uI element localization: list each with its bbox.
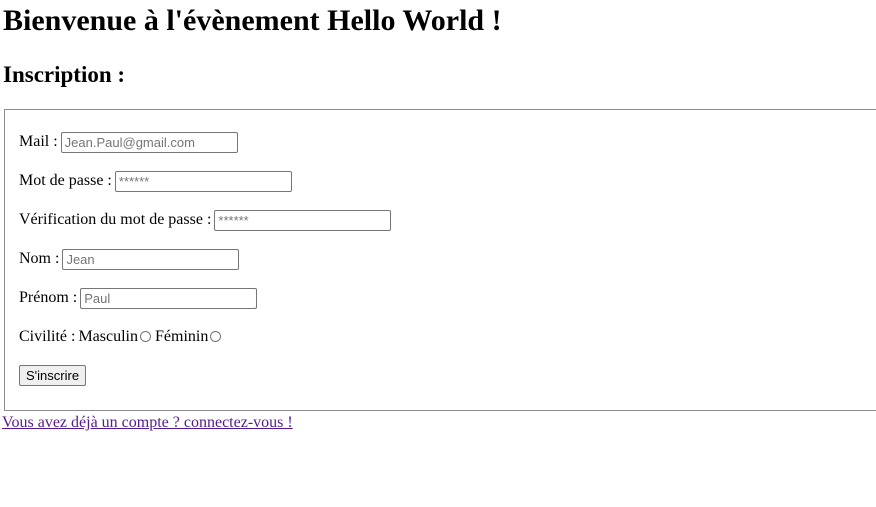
submit-row: S'inscrire bbox=[19, 364, 87, 386]
section-title: Inscription : bbox=[3, 62, 126, 87]
radio-feminin[interactable] bbox=[210, 330, 222, 342]
submit-button[interactable]: S'inscrire bbox=[19, 364, 87, 386]
radio-label-masculin: Masculin bbox=[78, 328, 138, 345]
civility-row: Civilité : Masculin Féminin bbox=[19, 326, 225, 348]
radio-masculin[interactable] bbox=[140, 330, 151, 342]
civility-label: Civilité : bbox=[19, 328, 76, 345]
login-link[interactable]: Vous avez déjà un compte ? connectez-vou… bbox=[2, 414, 293, 432]
first-name-input[interactable] bbox=[80, 287, 258, 309]
password-label: Mot de passe : bbox=[19, 172, 112, 189]
last-name-input[interactable] bbox=[62, 248, 240, 270]
mail-label: Mail : bbox=[19, 133, 58, 150]
password-confirm-row: Vérification du mot de passe : bbox=[19, 209, 392, 231]
mail-row: Mail : bbox=[19, 131, 238, 153]
password-confirm-input[interactable] bbox=[214, 209, 392, 231]
mail-input[interactable] bbox=[60, 131, 238, 153]
first-name-row: Prénom : bbox=[19, 287, 258, 309]
registration-fieldset: Mail : Mot de passe : Vérification du mo… bbox=[4, 109, 876, 411]
page-title: Bienvenue à l'évènement Hello World ! bbox=[3, 4, 502, 37]
first-name-label: Prénom : bbox=[19, 289, 78, 306]
password-row: Mot de passe : bbox=[19, 170, 292, 192]
password-confirm-label: Vérification du mot de passe : bbox=[19, 211, 212, 228]
radio-label-feminin: Féminin bbox=[155, 328, 209, 345]
password-input[interactable] bbox=[114, 170, 292, 192]
last-name-row: Nom : bbox=[19, 248, 240, 270]
last-name-label: Nom : bbox=[19, 250, 60, 267]
